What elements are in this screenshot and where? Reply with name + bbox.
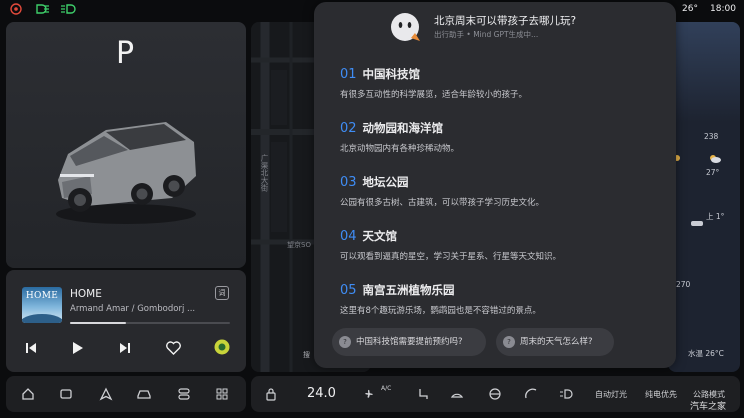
suggestion-icon: ?	[503, 336, 515, 348]
low-beam-icon	[60, 3, 76, 18]
weather-value: 238	[704, 132, 719, 141]
list-item-number: 04	[340, 229, 357, 244]
front-defrost-icon[interactable]	[449, 387, 465, 401]
suggestion-icon: ?	[339, 336, 351, 348]
vehicle-icon[interactable]	[136, 387, 152, 401]
music-app-icon[interactable]	[214, 339, 230, 359]
water-temperature: 水温 26°C	[688, 349, 724, 358]
steering-wheel-heat-icon[interactable]	[487, 387, 503, 401]
list-item-title[interactable]: 03 地坛公园	[340, 174, 409, 190]
map-poi-label: 望京SO	[287, 241, 311, 249]
car-image	[56, 122, 196, 224]
navigation-icon[interactable]	[98, 387, 114, 401]
headlight-icon	[36, 3, 50, 18]
screen: 26° 18:00 P HOME HOME Armand Amar / Gomb…	[0, 0, 744, 418]
list-item-title[interactable]: 05 南宫五洲植物乐园	[340, 282, 455, 298]
list-item-title[interactable]: 01 中国科技馆	[340, 66, 420, 82]
apps-grid-icon[interactable]	[214, 387, 230, 401]
home-icon[interactable]	[20, 387, 36, 401]
list-item-label: 天文馆	[362, 229, 398, 243]
weather-background	[668, 22, 740, 122]
lock-icon[interactable]	[263, 387, 279, 401]
suggestion-chip[interactable]: ? 中国科技馆需要提前预约吗?	[332, 328, 486, 356]
list-item-description: 有很多互动性的科学展览，适合年龄较小的孩子。	[340, 90, 528, 100]
ac-label[interactable]: A/C	[381, 385, 391, 392]
list-item-description: 这里有8个趣玩游乐场，鹦鹉园也是不容错过的景点。	[340, 306, 541, 316]
album-cover-text: HOME	[25, 291, 59, 301]
media-icon[interactable]	[58, 387, 74, 401]
car-thermometer-icon	[690, 212, 704, 231]
list-item-title[interactable]: 02 动物园和海洋馆	[340, 120, 443, 136]
weather-panel[interactable]: 238 27° 上 1° 270 水温 26°C	[668, 22, 740, 372]
ai-assistant-card[interactable]: 北京周末可以带孩子去哪儿玩? 出行助手 • Mind GPT生成中... 01 中…	[314, 2, 676, 368]
clock: 18:00	[710, 4, 736, 14]
list-item-label: 中国科技馆	[362, 67, 421, 81]
vehicle-panel[interactable]: P	[6, 22, 246, 268]
seat-heat-icon[interactable]	[415, 387, 431, 401]
settings-toggle-icon[interactable]	[176, 387, 192, 401]
suggestion-label: 中国科技馆需要提前预约吗?	[356, 337, 463, 347]
list-item-number: 05	[340, 283, 357, 298]
app-dock	[6, 376, 246, 412]
fan-icon[interactable]	[361, 387, 377, 401]
seatbelt-warning-icon	[10, 3, 22, 18]
album-cover[interactable]: HOME	[22, 287, 62, 323]
song-title: HOME	[70, 288, 102, 300]
lyrics-button[interactable]: 词	[215, 286, 229, 300]
temperature-change: 上 1°	[706, 212, 725, 221]
map-search-label[interactable]: 搜	[303, 350, 310, 360]
watermark: 汽车之家	[690, 402, 727, 412]
wiper-icon[interactable]	[523, 387, 539, 401]
list-item-title[interactable]: 04 天文馆	[340, 228, 397, 244]
suggestion-label: 周末的天气怎么样?	[520, 337, 593, 347]
playback-progress-fill	[70, 322, 126, 324]
map-street-label: 广渠北大街	[260, 154, 269, 192]
list-item-number: 01	[340, 67, 357, 82]
auto-light-button[interactable]: 自动灯光	[595, 389, 627, 400]
assistant-avatar-icon	[391, 13, 420, 41]
list-item-description: 可以观看到逼真的星空，学习关于星系、行星等天文知识。	[340, 252, 562, 262]
artist-name: Armand Amar / Gombodorj ...	[70, 304, 196, 314]
list-item-number: 03	[340, 175, 357, 190]
music-player[interactable]: HOME HOME Armand Amar / Gombodorj ... 词	[6, 270, 246, 372]
ev-priority-button[interactable]: 纯电优先	[645, 389, 677, 400]
list-item-label: 地坛公园	[362, 175, 409, 189]
previous-track-icon[interactable]	[24, 340, 38, 359]
list-item-description: 北京动物园内有各种珍稀动物。	[340, 144, 460, 154]
weather-temperature: 27°	[706, 168, 720, 177]
assistant-question: 北京周末可以带孩子去哪儿玩?	[434, 15, 577, 27]
weather-value-lower: 270	[676, 280, 691, 289]
list-item-label: 南宫五洲植物乐园	[362, 283, 455, 297]
play-icon[interactable]	[70, 340, 84, 359]
assistant-source: 出行助手 • Mind GPT生成中...	[434, 30, 539, 39]
weather-cloud-icon	[708, 148, 722, 167]
list-item-description: 公园有很多古树、古建筑，可以带孩子学习历史文化。	[340, 198, 545, 208]
outside-temperature: 26°	[682, 4, 698, 14]
list-item-number: 02	[340, 121, 357, 136]
list-item-label: 动物园和海洋馆	[362, 121, 444, 135]
suggestion-chip[interactable]: ? 周末的天气怎么样?	[496, 328, 614, 356]
headlight-control-icon[interactable]	[559, 387, 575, 401]
favorite-heart-icon[interactable]	[166, 340, 181, 359]
next-track-icon[interactable]	[118, 340, 132, 359]
gear-indicator: P	[116, 36, 135, 71]
playback-progress-bar[interactable]	[70, 322, 230, 324]
cabin-temperature[interactable]: 24.0	[307, 386, 336, 401]
